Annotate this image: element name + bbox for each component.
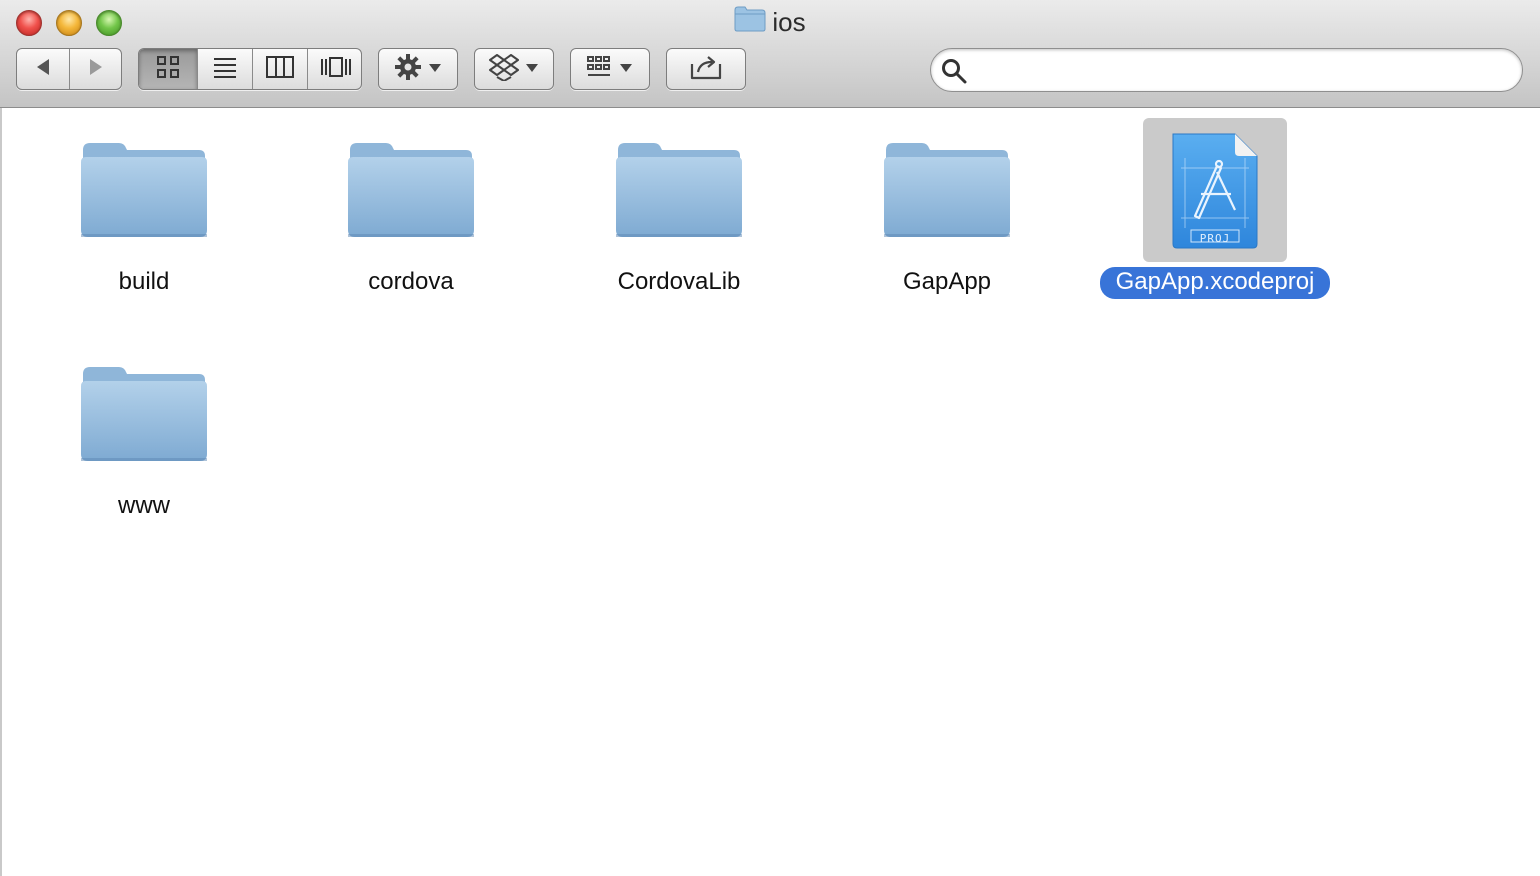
file-item-gapapp-xcodeproj[interactable]: PROJ GapApp.xcodeproj	[1085, 118, 1345, 299]
folder-icon	[734, 6, 766, 39]
chevron-down-icon	[619, 60, 633, 78]
file-item-cordova[interactable]: cordova	[281, 118, 541, 299]
file-browser-area: build cordova CordovaLib GapApp PROJ Gap…	[0, 108, 1540, 876]
nav-button-group	[16, 48, 122, 90]
forward-arrow-icon	[87, 57, 105, 82]
folder-icon	[607, 118, 751, 262]
dropbox-menu-button[interactable]	[474, 48, 554, 90]
list-view-icon	[213, 56, 237, 83]
file-item-build[interactable]: build	[14, 118, 274, 299]
search-input[interactable]	[975, 55, 1509, 87]
list-view-button[interactable]	[198, 49, 252, 89]
forward-button[interactable]	[70, 49, 122, 89]
share-button[interactable]	[666, 48, 746, 90]
file-name-label: cordova	[368, 268, 454, 295]
icon-view-button[interactable]	[139, 49, 197, 89]
file-name-label: build	[118, 268, 170, 295]
column-view-icon	[266, 55, 294, 83]
window-title: ios	[0, 6, 1540, 39]
window-title-text: ios	[772, 7, 806, 37]
file-name-label: www	[118, 492, 170, 519]
arrange-grid-icon	[587, 55, 611, 83]
arrange-menu-button[interactable]	[570, 48, 650, 90]
xcodeproj-icon: PROJ	[1143, 118, 1287, 262]
xcodeproj-badge: PROJ	[1199, 231, 1231, 245]
file-name-label: CordovaLib	[617, 268, 741, 295]
coverflow-view-button[interactable]	[308, 49, 361, 89]
icon-view-icon	[156, 55, 180, 84]
file-name-label: GapApp	[902, 268, 992, 295]
file-item-cordovalib[interactable]: CordovaLib	[549, 118, 809, 299]
file-item-gapapp[interactable]: GapApp	[817, 118, 1077, 299]
folder-icon	[72, 118, 216, 262]
folder-icon	[339, 118, 483, 262]
chevron-down-icon	[525, 60, 539, 78]
coverflow-view-icon	[320, 56, 352, 83]
action-menu-button[interactable]	[378, 48, 458, 90]
back-arrow-icon	[34, 57, 52, 82]
folder-icon	[875, 118, 1019, 262]
window-titlebar: ios	[0, 0, 1540, 108]
search-icon	[941, 58, 967, 89]
file-name-label: GapApp.xcodeproj	[1099, 267, 1331, 299]
column-view-button[interactable]	[253, 49, 307, 89]
back-button[interactable]	[17, 49, 69, 89]
file-item-www[interactable]: www	[14, 342, 274, 523]
gear-icon	[394, 53, 422, 86]
share-icon	[690, 54, 722, 85]
view-mode-group	[138, 48, 362, 90]
folder-icon	[72, 342, 216, 486]
search-field[interactable]	[930, 48, 1523, 92]
dropbox-icon	[489, 53, 519, 86]
chevron-down-icon	[428, 60, 442, 78]
